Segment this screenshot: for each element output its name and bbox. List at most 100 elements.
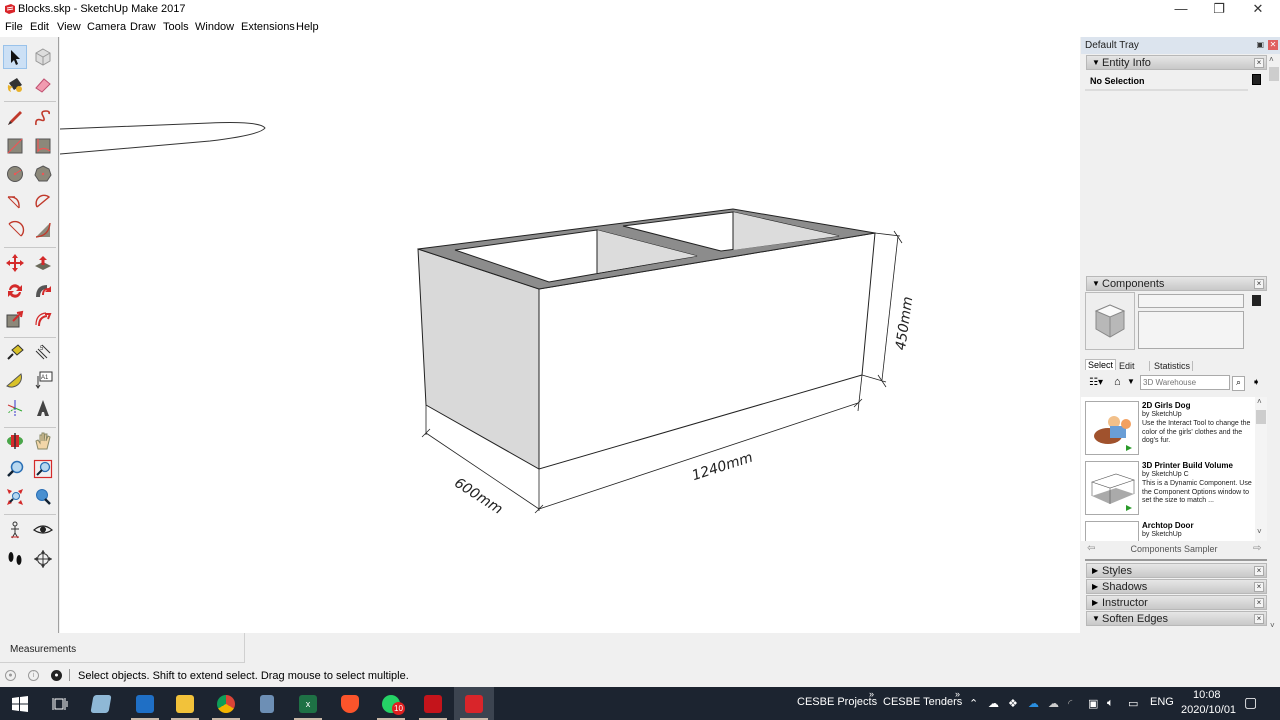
offset-tool-button[interactable] xyxy=(31,307,55,331)
axes-tool-button[interactable] xyxy=(3,396,27,420)
menu-view[interactable]: View xyxy=(57,21,81,33)
rotated-rectangle-button[interactable] xyxy=(31,134,55,158)
warehouse-search-input[interactable] xyxy=(1140,375,1230,390)
tray-close-button[interactable]: ✕ xyxy=(1268,40,1278,50)
chevron-icon[interactable]: » xyxy=(869,689,874,699)
styles-panel-header[interactable]: ▶ Styles × xyxy=(1086,563,1267,578)
clock-time[interactable]: 10:08 xyxy=(1193,689,1221,701)
menu-camera[interactable]: Camera xyxy=(87,21,126,33)
wifi-icon[interactable]: ◜ xyxy=(1068,697,1072,710)
zoom-button[interactable] xyxy=(3,457,27,481)
taskbar-app-calculator[interactable] xyxy=(247,687,287,720)
onedrive-personal-icon[interactable]: ☁ xyxy=(1048,697,1059,710)
language-indicator[interactable]: ENG xyxy=(1150,696,1174,708)
make-component-button[interactable] xyxy=(31,45,55,69)
entity-info-panel-header[interactable]: ▼ Entity Info × xyxy=(1086,55,1267,70)
toolbar-cesbe-projects[interactable]: CESBE Projects xyxy=(797,696,877,708)
paint-bucket-button[interactable] xyxy=(3,73,27,97)
taskbar-app-sketchup[interactable] xyxy=(454,687,494,720)
soften-edges-panel-header[interactable]: ▼ Soften Edges × xyxy=(1086,611,1267,626)
panel-close-button[interactable]: × xyxy=(1254,566,1264,576)
home-icon[interactable]: ⌂ xyxy=(1114,376,1121,388)
maximize-button[interactable]: ❐ xyxy=(1199,0,1239,19)
taskbar-app-file-explorer[interactable] xyxy=(165,687,205,720)
pan-button[interactable] xyxy=(31,429,55,453)
text-tool-button[interactable]: A1 xyxy=(31,368,55,392)
credits-info-icon[interactable]: i xyxy=(28,670,39,681)
section-plane-button[interactable] xyxy=(31,547,55,571)
scroll-down-icon[interactable]: ˅ xyxy=(1270,621,1275,630)
component-name-field[interactable] xyxy=(1138,294,1244,308)
shadows-panel-header[interactable]: ▶ Shadows × xyxy=(1086,579,1267,594)
2pt-arc-tool-button[interactable] xyxy=(3,218,27,242)
3d-text-button[interactable] xyxy=(31,396,55,420)
component-list-item[interactable]: 2D Girls Dog by SketchUp Use the Interac… xyxy=(1085,401,1253,457)
menu-window[interactable]: Window xyxy=(195,21,234,33)
panel-close-button[interactable]: × xyxy=(1254,58,1264,68)
component-description-field[interactable] xyxy=(1138,311,1244,349)
collection-forward-icon[interactable]: ⇨ xyxy=(1253,543,1261,554)
tab-statistics[interactable]: Statistics xyxy=(1149,361,1194,371)
search-icon[interactable]: ⌕ xyxy=(1232,376,1245,391)
rectangle-tool-button[interactable] xyxy=(3,134,27,158)
polygon-tool-button[interactable] xyxy=(31,162,55,186)
menu-draw[interactable]: Draw xyxy=(130,21,156,33)
toggle-secondary-pane-icon[interactable] xyxy=(1252,295,1261,306)
action-center-icon[interactable]: ▢ xyxy=(1244,694,1257,711)
measurements-box[interactable]: Measurements xyxy=(0,633,245,663)
circle-tool-button[interactable] xyxy=(3,162,27,186)
scroll-thumb[interactable] xyxy=(1269,67,1279,81)
freehand-tool-button[interactable] xyxy=(31,106,55,130)
minimize-button[interactable]: — xyxy=(1161,0,1201,19)
tab-edit[interactable]: Edit xyxy=(1119,361,1135,371)
taskbar-app-whatsapp[interactable]: 10 xyxy=(371,687,411,720)
start-button[interactable] xyxy=(0,687,40,720)
toolbar-cesbe-tenders[interactable]: CESBE Tenders xyxy=(883,696,962,708)
scroll-down-icon[interactable]: ˅ xyxy=(1257,527,1262,536)
security-icon[interactable]: ▣ xyxy=(1088,697,1098,710)
move-tool-button[interactable] xyxy=(3,251,27,275)
menu-tools[interactable]: Tools xyxy=(163,21,189,33)
line-tool-button[interactable] xyxy=(3,106,27,130)
panel-close-button[interactable]: × xyxy=(1254,614,1264,624)
position-camera-button[interactable] xyxy=(3,518,27,542)
drawing-viewport[interactable]: 600mm 1240mm 450mm xyxy=(60,37,1080,633)
pie-tool-button[interactable] xyxy=(31,190,55,214)
toggle-details-icon[interactable] xyxy=(1252,74,1261,85)
chevron-icon[interactable]: » xyxy=(955,689,960,699)
instructor-panel-header[interactable]: ▶ Instructor × xyxy=(1086,595,1267,610)
dimension-button[interactable]: 5 xyxy=(31,340,55,364)
components-panel-header[interactable]: ▼ Components × xyxy=(1086,276,1267,291)
volume-icon[interactable]: 🔈︎ xyxy=(1107,697,1114,710)
scroll-thumb[interactable] xyxy=(1256,410,1266,424)
select-tool-button[interactable] xyxy=(3,45,27,69)
details-arrow-icon[interactable]: ➧ xyxy=(1252,377,1260,388)
onedrive-icon[interactable]: ☁ xyxy=(1028,697,1039,710)
user-account-icon[interactable]: ● xyxy=(51,670,62,681)
taskbar-app-chrome[interactable] xyxy=(206,687,246,720)
component-list[interactable]: 2D Girls Dog by SketchUp Use the Interac… xyxy=(1081,397,1267,541)
model-canvas[interactable] xyxy=(60,37,1080,633)
walk-button[interactable] xyxy=(3,547,27,571)
scroll-up-icon[interactable]: ˄ xyxy=(1257,397,1262,406)
taskbar-app-notepad[interactable] xyxy=(81,687,121,720)
arc-tool-button[interactable] xyxy=(3,190,27,214)
scroll-up-icon[interactable]: ˄ xyxy=(1269,55,1274,64)
rotate-tool-button[interactable] xyxy=(3,279,27,303)
dropbox-icon[interactable]: ❖ xyxy=(1008,697,1018,710)
component-list-item[interactable]: 3D Printer Build Volume by SketchUp C Th… xyxy=(1085,461,1253,517)
scale-tool-button[interactable] xyxy=(3,307,27,331)
menu-help[interactable]: Help xyxy=(296,21,319,33)
component-list-scrollbar[interactable]: ˄ ˅ xyxy=(1255,397,1267,541)
show-hidden-icons-icon[interactable]: ⌃ xyxy=(969,697,978,710)
pin-icon[interactable]: ▣ xyxy=(1256,40,1264,49)
geolocation-icon[interactable]: ● xyxy=(5,670,16,681)
menu-extensions[interactable]: Extensions xyxy=(241,21,295,33)
menu-edit[interactable]: Edit xyxy=(30,21,49,33)
previous-view-button[interactable] xyxy=(31,485,55,509)
navigation-dropdown-icon[interactable]: ▼ xyxy=(1127,377,1135,386)
battery-icon[interactable]: ▭ xyxy=(1128,697,1138,710)
taskbar-app-outlook[interactable] xyxy=(125,687,165,720)
tab-select[interactable]: Select xyxy=(1085,359,1117,370)
follow-me-button[interactable] xyxy=(31,279,55,303)
